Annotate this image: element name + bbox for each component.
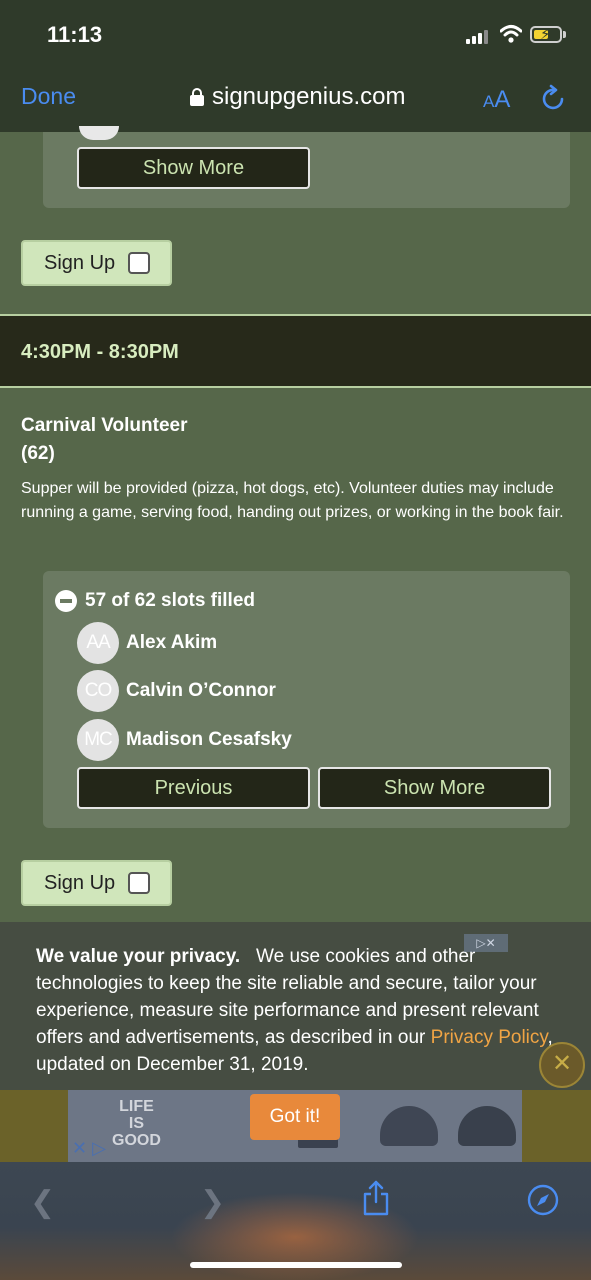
cookie-text: We value your privacy. We use cookies an… <box>36 943 556 1078</box>
sign-up-button[interactable]: Sign Up <box>21 860 172 906</box>
collapse-icon <box>55 590 77 612</box>
wifi-icon <box>500 25 522 43</box>
got-it-button[interactable]: Got it! <box>250 1094 340 1140</box>
show-more-button-top[interactable]: Show More <box>77 147 310 189</box>
reload-icon[interactable] <box>538 84 568 114</box>
previous-button[interactable]: Previous <box>77 767 310 809</box>
battery-icon: ⚡ <box>530 26 562 43</box>
ad-close-icon[interactable]: ✕ <box>539 1042 585 1088</box>
avatar: AA <box>77 622 119 664</box>
slot-description: Supper will be provided (pizza, hot dogs… <box>21 480 564 521</box>
sign-up-button-top[interactable]: Sign Up <box>21 240 172 286</box>
privacy-policy-link[interactable]: Privacy Policy <box>431 1027 548 1048</box>
ad-brand-logo: LIFE IS GOOD <box>112 1098 161 1149</box>
cap-image <box>380 1106 438 1146</box>
lock-icon <box>190 88 204 106</box>
slot-title: Carnival Volunteer (62) <box>21 412 187 468</box>
back-icon[interactable]: ❮ <box>30 1185 55 1220</box>
volunteer-name: Alex Akim <box>126 632 218 653</box>
time-slot-header: 4:30PM - 8:30PM <box>0 316 591 386</box>
sign-up-label: Sign Up <box>44 872 116 894</box>
time-slot-label: 4:30PM - 8:30PM <box>21 341 179 363</box>
url-text: signupgenius.com <box>212 83 406 110</box>
show-more-button[interactable]: Show More <box>318 767 551 809</box>
text-size-large: A <box>494 86 511 113</box>
slots-filled-text: 57 of 62 slots filled <box>85 590 255 611</box>
volunteer-name: Calvin O’Connor <box>126 680 276 701</box>
status-time: 11:13 <box>47 22 103 47</box>
home-indicator <box>190 1262 402 1268</box>
share-icon[interactable] <box>362 1180 390 1216</box>
text-size-button[interactable]: AA <box>483 86 510 114</box>
ad-dismiss-icon[interactable]: ✕ ▷ <box>72 1138 106 1159</box>
divider <box>0 386 591 388</box>
browser-bar: Done signupgenius.com AA <box>0 66 591 132</box>
volunteer-name: Madison Cesafsky <box>126 729 292 750</box>
forward-icon[interactable]: ❯ <box>200 1185 225 1220</box>
address-bar[interactable]: signupgenius.com <box>190 83 405 111</box>
slot-name: Carnival Volunteer <box>21 415 188 436</box>
cap-image <box>458 1106 516 1146</box>
sign-up-checkbox[interactable] <box>128 252 150 274</box>
sign-up-checkbox[interactable] <box>128 872 150 894</box>
avatar: MC <box>77 719 119 761</box>
status-bar: 11:13 ⚡ <box>0 0 591 66</box>
slot-count: (62) <box>21 443 55 464</box>
list-item: AA Alex Akim <box>77 622 217 664</box>
cellular-signal-icon <box>466 30 490 44</box>
sign-up-label: Sign Up <box>44 252 116 274</box>
done-button[interactable]: Done <box>21 83 76 110</box>
text-size-small: A <box>483 92 495 111</box>
list-item: CO Calvin O’Connor <box>77 670 276 712</box>
compass-icon[interactable] <box>527 1184 559 1216</box>
avatar <box>79 126 119 140</box>
battery-cap <box>563 31 566 38</box>
cookie-heading: We value your privacy. <box>36 946 241 967</box>
list-item: MC Madison Cesafsky <box>77 719 292 761</box>
avatar: CO <box>77 670 119 712</box>
ad-choices-icon[interactable]: ▷✕ <box>464 934 508 952</box>
slots-filled-toggle[interactable]: 57 of 62 slots filled <box>55 590 255 612</box>
